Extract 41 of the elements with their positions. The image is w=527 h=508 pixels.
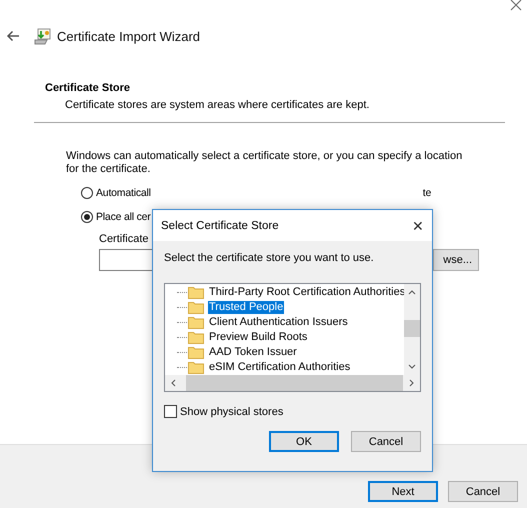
store-item[interactable]: Third-Party Root Certification Authorities xyxy=(208,286,406,299)
dialog-title: Select Certificate Store xyxy=(161,220,279,232)
store-item[interactable]: AAD Token Issuer xyxy=(208,346,298,359)
store-item[interactable]: Preview Build Roots xyxy=(208,331,308,344)
store-item[interactable]: eSIM Certification Authorities xyxy=(208,361,352,374)
ok-button[interactable]: OK xyxy=(269,431,339,452)
vertical-scrollbar[interactable] xyxy=(404,284,420,375)
folder-icon xyxy=(188,346,204,359)
next-button[interactable]: Next xyxy=(368,481,438,502)
store-item[interactable]: Client Authentication Issuers xyxy=(208,316,349,329)
back-arrow-icon[interactable] xyxy=(6,30,20,42)
folder-icon xyxy=(188,316,204,329)
scroll-right-icon[interactable] xyxy=(409,379,415,387)
prompt-text: Select the certificate store you want to use. xyxy=(164,252,375,264)
close-button[interactable]: ✕ xyxy=(412,218,424,234)
scrollbar-thumb[interactable] xyxy=(404,320,420,337)
wizard-title: Certificate Import Wizard xyxy=(57,28,200,44)
cancel-button[interactable]: Cancel xyxy=(351,431,421,452)
section-title: Certificate Store xyxy=(45,82,131,94)
cancel-button[interactable]: Cancel xyxy=(448,481,518,502)
intro-text: Windows can automatically select a certificate store, or you can specify a location for the certificate. xyxy=(66,150,464,176)
radio-label: Automaticall xyxy=(96,187,151,199)
checkbox-label: Show physical stores xyxy=(180,406,284,418)
section-description: Certificate stores are system areas where certificates are kept. xyxy=(65,99,370,111)
close-icon[interactable] xyxy=(510,0,522,11)
browse-button[interactable]: wse... xyxy=(433,249,479,271)
scroll-up-icon[interactable] xyxy=(408,289,416,295)
certificate-icon xyxy=(34,27,52,45)
store-item[interactable]: Trusted People xyxy=(208,301,284,314)
radio-label: te xyxy=(422,187,432,199)
radio-button[interactable] xyxy=(81,187,93,199)
radio-button[interactable] xyxy=(81,211,93,223)
folder-icon xyxy=(188,331,204,344)
horizontal-scrollbar[interactable] xyxy=(165,375,420,391)
radio-label: Place all cer xyxy=(96,211,151,223)
folder-icon xyxy=(188,286,204,299)
folder-icon xyxy=(188,301,204,314)
field-label: Certificate xyxy=(99,233,150,245)
scroll-down-icon[interactable] xyxy=(408,364,416,370)
scroll-left-icon[interactable] xyxy=(170,379,176,387)
checkbox[interactable] xyxy=(164,405,177,418)
